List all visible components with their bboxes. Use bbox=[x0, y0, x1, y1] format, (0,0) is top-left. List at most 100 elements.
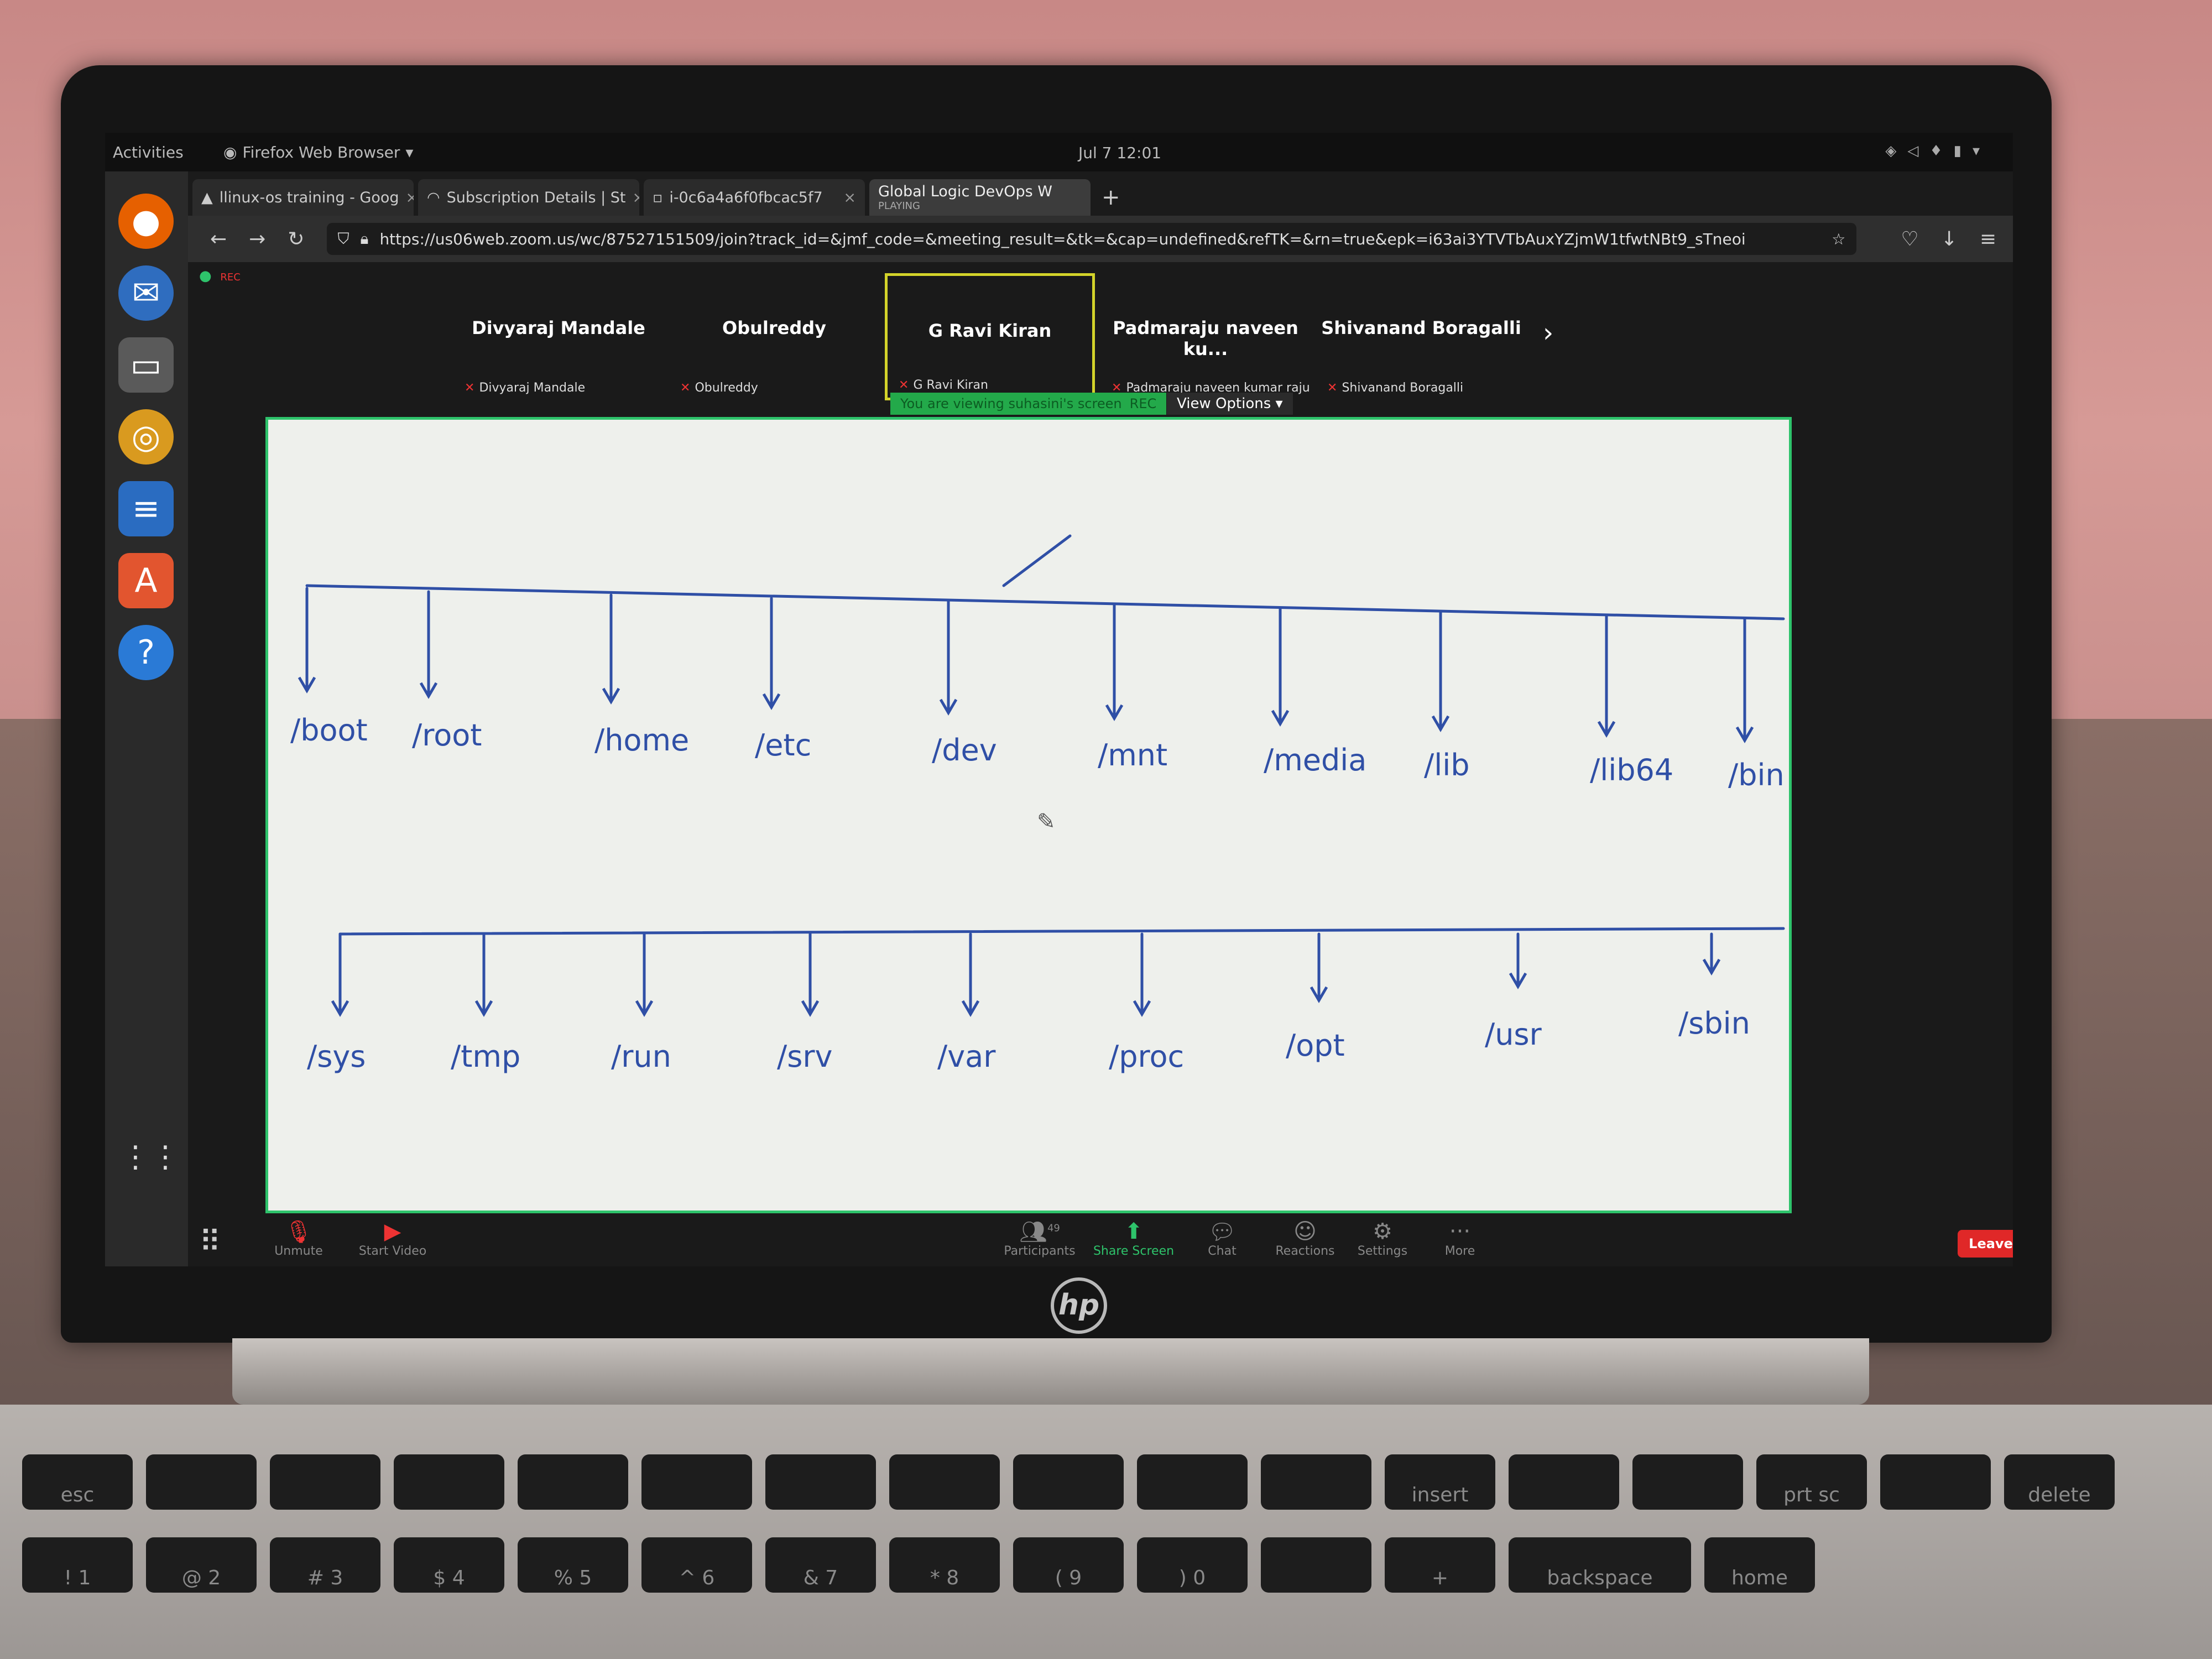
lock-icon[interactable]: 🔒︎ bbox=[361, 229, 369, 248]
share-screen-button[interactable]: ⬆ Share Screen bbox=[1089, 1219, 1178, 1258]
app-menu[interactable]: ◉ Firefox Web Browser ▾ bbox=[223, 143, 413, 161]
close-tab-icon[interactable]: × bbox=[843, 189, 856, 206]
new-tab-button[interactable]: + bbox=[1102, 185, 1120, 216]
keyboard-key: prt sc bbox=[1756, 1454, 1867, 1510]
keyboard-key: $ 4 bbox=[394, 1537, 504, 1593]
leave-button[interactable]: Leave bbox=[1958, 1230, 2013, 1258]
chevron-right-icon[interactable]: › bbox=[1543, 317, 1553, 400]
participant-tile[interactable]: Obulreddy ✕ Obulreddy bbox=[669, 273, 879, 400]
firefox-window: ▲ llinux-os training - Goog × ◠ Subscrip… bbox=[188, 171, 2013, 1266]
keyboard-key bbox=[1137, 1454, 1248, 1510]
keyboard-key bbox=[1013, 1454, 1124, 1510]
settings-button[interactable]: ⚙ Settings bbox=[1338, 1219, 1427, 1258]
activities-button[interactable]: Activities bbox=[113, 143, 196, 161]
menu-icon[interactable]: ≡ bbox=[1980, 228, 1996, 251]
navigation-toolbar: ← → ↻ ⛉ 🔒︎ https://us06web.zoom.us/wc/87… bbox=[188, 216, 2013, 262]
help-icon[interactable]: ? bbox=[118, 625, 174, 680]
shield-icon[interactable]: ⛉ bbox=[338, 229, 349, 248]
directory-label: /lib bbox=[1424, 748, 1469, 782]
directory-label: /usr bbox=[1485, 1017, 1542, 1052]
gear-icon: ⚙ bbox=[1373, 1219, 1392, 1244]
bookmark-star-icon[interactable]: ☆ bbox=[1832, 230, 1845, 248]
reactions-button[interactable]: ☺ Reactions bbox=[1261, 1219, 1349, 1258]
participant-name: Padmaraju naveen ku... bbox=[1113, 317, 1298, 359]
shared-screen-whiteboard: /boot/root/home/etc/dev/mnt/media/lib/li… bbox=[265, 417, 1792, 1213]
rec-label: REC bbox=[220, 272, 241, 283]
chat-icon: 💬︎ bbox=[1208, 1219, 1237, 1245]
firefox-icon[interactable]: ● bbox=[118, 194, 174, 249]
pen-cursor-icon: ✎ bbox=[1037, 809, 1056, 834]
clock[interactable]: Jul 7 12:01 bbox=[1078, 144, 1161, 162]
directory-label: /srv bbox=[777, 1039, 833, 1074]
start-video-button[interactable]: ▶ Start Video bbox=[348, 1219, 437, 1258]
keyboard-key bbox=[146, 1454, 257, 1510]
tab-zoom-meeting[interactable]: Global Logic DevOps W PLAYING bbox=[869, 179, 1091, 216]
close-tab-icon[interactable]: × bbox=[633, 189, 640, 206]
libreoffice-writer-icon[interactable]: ≡ bbox=[118, 481, 174, 536]
unmute-button[interactable]: 🎙︎ Unmute bbox=[254, 1219, 343, 1258]
laptop-hinge bbox=[232, 1338, 1869, 1405]
encryption-shield-icon: ● bbox=[199, 268, 212, 284]
participant-tile[interactable]: Padmaraju naveen ku... ✕ Padmaraju naveen… bbox=[1100, 273, 1311, 400]
site-icon: ◠ bbox=[427, 189, 440, 206]
directory-label: /sys bbox=[307, 1039, 366, 1074]
participants-label: Participants bbox=[1004, 1244, 1076, 1258]
muted-mic-icon: ✕ bbox=[899, 378, 909, 392]
participant-tile[interactable]: Shivanand Boragalli ✕ Shivanand Boragalli bbox=[1316, 273, 1526, 400]
tab-strip: ▲ llinux-os training - Goog × ◠ Subscrip… bbox=[188, 171, 2013, 216]
close-tab-icon[interactable]: × bbox=[406, 189, 414, 206]
keyboard-key bbox=[518, 1454, 628, 1510]
rhythmbox-icon[interactable]: ◎ bbox=[118, 409, 174, 465]
battery-icon: ▮ bbox=[1953, 143, 1973, 159]
keyboard-key: backspace bbox=[1509, 1537, 1691, 1593]
url-bar[interactable]: ⛉ 🔒︎ https://us06web.zoom.us/wc/87527151… bbox=[326, 223, 1857, 255]
row1-bus-line bbox=[305, 584, 1785, 620]
chat-button[interactable]: 💬︎ Chat bbox=[1178, 1219, 1266, 1258]
more-label: More bbox=[1444, 1244, 1475, 1258]
keyboard-key bbox=[765, 1454, 876, 1510]
muted-mic-icon: 🎙︎ bbox=[284, 1219, 313, 1245]
pocket-icon[interactable]: ♡ bbox=[1901, 228, 1918, 251]
tab-subscription-details[interactable]: ◠ Subscription Details | St × bbox=[418, 179, 639, 216]
muted-mic-icon: ✕ bbox=[1327, 381, 1338, 395]
participant-tile[interactable]: Divyaraj Mandale ✕ Divyaraj Mandale bbox=[453, 273, 664, 400]
forward-icon[interactable]: → bbox=[249, 228, 265, 251]
files-icon[interactable]: ▭ bbox=[118, 337, 174, 393]
participants-icon: 👥︎49 bbox=[1019, 1219, 1060, 1245]
participant-label-text: Shivanand Boragalli bbox=[1342, 381, 1464, 395]
directory-label: /home bbox=[594, 723, 689, 758]
muted-mic-icon: ✕ bbox=[680, 381, 691, 395]
view-options-button[interactable]: View Options ▾ bbox=[1167, 393, 1293, 415]
directory-label: /etc bbox=[755, 728, 811, 763]
gnome-top-bar: Activities ◉ Firefox Web Browser ▾ Jul 7… bbox=[105, 133, 2013, 171]
chevron-down-icon: ▾ bbox=[1271, 395, 1283, 412]
system-tray[interactable]: ◈◁♦▮▾ bbox=[1885, 143, 1991, 159]
show-applications-icon[interactable]: ⋮⋮⋮ bbox=[121, 1139, 210, 1189]
keyboard-key: # 3 bbox=[270, 1537, 380, 1593]
keyboard-key bbox=[1632, 1454, 1743, 1510]
chevron-down-icon: ▾ bbox=[405, 143, 414, 161]
participant-tile-active-speaker[interactable]: G Ravi Kiran ✕ G Ravi Kiran bbox=[885, 273, 1095, 400]
participants-button[interactable]: 👥︎49 Participants bbox=[995, 1219, 1084, 1258]
reload-icon[interactable]: ↻ bbox=[288, 228, 304, 251]
ubuntu-software-icon[interactable]: A bbox=[118, 553, 174, 608]
directory-label: /proc bbox=[1109, 1039, 1184, 1074]
keyboard-key bbox=[1509, 1454, 1619, 1510]
more-button[interactable]: ··· More bbox=[1416, 1219, 1504, 1258]
directory-label: /lib64 bbox=[1590, 753, 1673, 787]
keyboard-key: insert bbox=[1385, 1454, 1495, 1510]
keyboard-key bbox=[889, 1454, 1000, 1510]
participants-count: 49 bbox=[1047, 1222, 1060, 1234]
zoom-meeting: ● REC Divyaraj Mandale ✕ Divyaraj Mandale… bbox=[188, 262, 2013, 1266]
viewing-banner-text: You are viewing suhasini's screen bbox=[900, 396, 1122, 411]
back-icon[interactable]: ← bbox=[210, 228, 227, 251]
participant-name: Shivanand Boragalli bbox=[1321, 317, 1521, 338]
tab-instance[interactable]: ▫ i-0c6a4a6f0fbcac5f7 × bbox=[644, 179, 865, 216]
keyboard-key bbox=[270, 1454, 380, 1510]
apps-grid-icon[interactable]: ⠿ bbox=[199, 1224, 221, 1259]
tab-label: Subscription Details | St bbox=[446, 189, 626, 206]
thunderbird-icon[interactable]: ✉ bbox=[118, 265, 174, 321]
keyboard-key: + bbox=[1385, 1537, 1495, 1593]
tab-linux-training[interactable]: ▲ llinux-os training - Goog × bbox=[192, 179, 414, 216]
download-icon[interactable]: ↓ bbox=[1941, 228, 1958, 251]
